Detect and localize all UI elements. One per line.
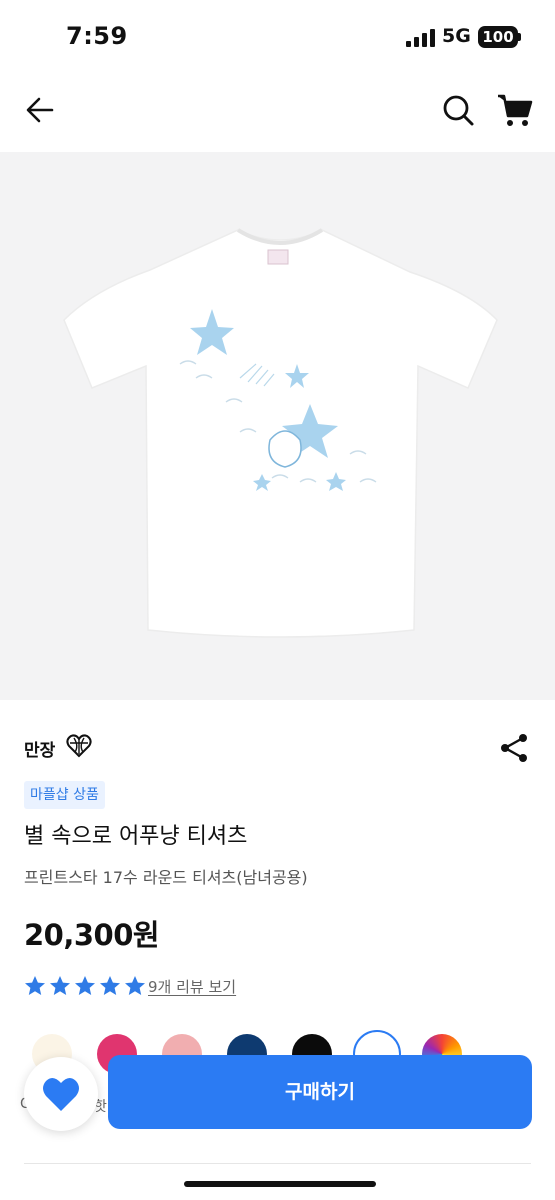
- buy-button[interactable]: 구매하기: [108, 1055, 532, 1129]
- tshirt-illustration: [63, 228, 498, 638]
- nav-bar: [0, 70, 555, 152]
- battery-level: 100: [482, 28, 514, 46]
- search-icon[interactable]: [440, 92, 476, 128]
- share-icon[interactable]: [496, 730, 532, 766]
- star-icon: [100, 976, 120, 995]
- status-bar: 7:59 5G 100: [0, 0, 555, 70]
- review-link[interactable]: 9개 리뷰 보기: [148, 976, 236, 997]
- arrow-left-icon[interactable]: [22, 92, 58, 128]
- shop-tag: 마플샵 상품: [24, 781, 105, 809]
- heart-globe-badge-icon: [66, 734, 92, 758]
- star-icon: [125, 976, 145, 995]
- network-label: 5G: [442, 25, 471, 47]
- divider: [24, 1163, 531, 1164]
- star-icon: [50, 976, 70, 995]
- cart-icon[interactable]: [496, 92, 534, 128]
- product-title: 별 속으로 어푸냥 티셔츠: [24, 824, 248, 849]
- status-time: 7:59: [66, 22, 128, 50]
- signal-icon: [406, 29, 435, 47]
- battery-icon: 100: [478, 26, 518, 48]
- seller-name[interactable]: 만장: [24, 736, 55, 761]
- product-price: 20,300원: [24, 918, 160, 952]
- battery-tip: [518, 33, 521, 41]
- star-icon: [75, 976, 95, 995]
- home-indicator: [184, 1181, 376, 1187]
- product-subtitle: 프린트스타 17수 라운드 티셔츠(남녀공용): [24, 868, 308, 887]
- rating-stars: [24, 975, 146, 997]
- star-icon: [25, 976, 45, 995]
- heart-icon: [43, 1077, 79, 1111]
- like-button[interactable]: [24, 1057, 98, 1131]
- product-image[interactable]: [0, 152, 555, 700]
